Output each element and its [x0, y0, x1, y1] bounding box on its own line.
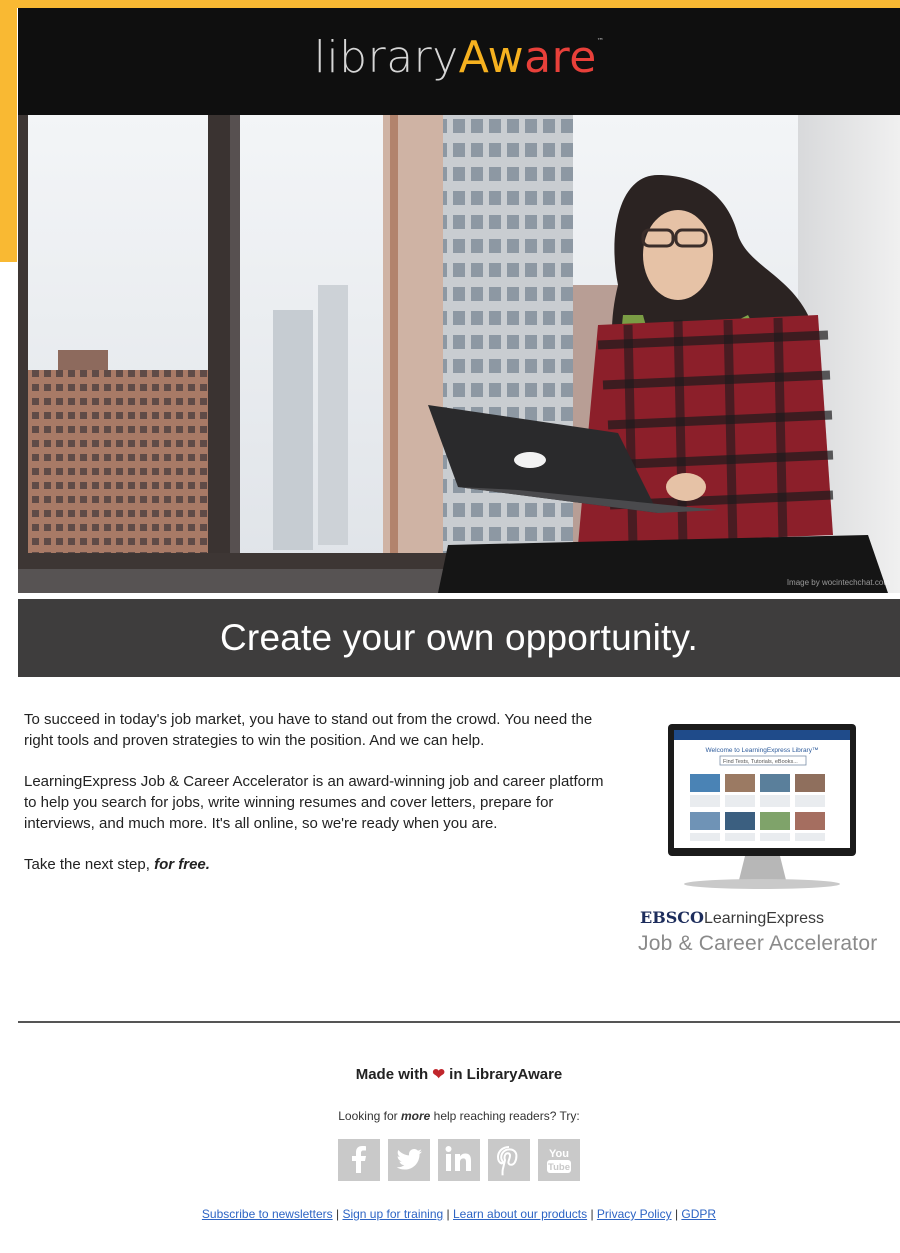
hero-photo-credit: Image by wocintechchat.com [786, 578, 890, 587]
link-separator: | [446, 1207, 450, 1221]
screen-title: Welcome to LearningExpress Library™ [706, 747, 819, 754]
headline: Create your own opportunity. [220, 617, 698, 658]
product-promo[interactable]: Welcome to LearningExpress Library™ Find… [638, 722, 896, 962]
accent-bar-left [0, 0, 17, 262]
screen-search-placeholder: Find Tests, Tutorials, eBooks... [723, 759, 798, 765]
logo-text-library: library [313, 31, 459, 83]
looking-prefix: Looking for [338, 1109, 401, 1123]
facebook-icon[interactable] [338, 1139, 380, 1181]
hero-image: Image by wocintechchat.com [18, 115, 900, 593]
looking-line: Looking for more help reaching readers? … [18, 1109, 900, 1123]
footer-links: Subscribe to newsletters | Sign up for t… [18, 1207, 900, 1221]
svg-text:Tube: Tube [548, 1162, 570, 1173]
made-suffix: in LibraryAware [449, 1066, 563, 1083]
looking-suffix: help reaching readers? Try: [430, 1109, 580, 1123]
body-copy: To succeed in today's job market, you ha… [24, 709, 614, 895]
paragraph-intro: To succeed in today's job market, you ha… [24, 711, 593, 749]
headline-band: Create your own opportunity. [18, 599, 900, 677]
twitter-icon[interactable] [388, 1139, 430, 1181]
link-separator: | [674, 1207, 679, 1221]
trademark-symbol: ™ [596, 36, 605, 45]
made-with-line: Made with ❤ in LibraryAware [18, 1065, 900, 1083]
made-prefix: Made with [355, 1066, 429, 1083]
ebsco-logo-text: EBSCO [640, 908, 704, 927]
learningexpress-text: LearningExpress [703, 910, 825, 927]
hero-photo [18, 115, 900, 593]
footer-divider [18, 1021, 900, 1023]
libraryaware-logo: libraryAware™ [314, 35, 605, 80]
cta-text: Take the next step, [24, 856, 155, 873]
content-section: To succeed in today's job market, you ha… [18, 677, 900, 1021]
accent-bar-top [0, 0, 900, 8]
cta-emphasis[interactable]: for free. [154, 856, 210, 873]
svg-text:You: You [549, 1148, 569, 1160]
link-separator: | [590, 1207, 594, 1221]
link-separator: | [335, 1207, 340, 1221]
youtube-icon[interactable]: You Tube [538, 1139, 580, 1181]
linkedin-icon[interactable] [438, 1139, 480, 1181]
newsletter: libraryAware™ Image by wocintechchat.com… [18, 8, 900, 1253]
heart-icon: ❤ [432, 1066, 445, 1083]
looking-emphasis: more [400, 1109, 431, 1123]
paragraph-product: LearningExpress Job & Career Accelerator… [24, 773, 604, 832]
logo-text-are: are [524, 31, 597, 83]
logo-text-aw: Aw [458, 31, 525, 83]
privacy-policy-link[interactable]: Privacy Policy [597, 1207, 672, 1221]
product-name: Job & Career Accelerator [638, 932, 878, 955]
gdpr-link[interactable]: GDPR [681, 1207, 716, 1221]
pinterest-icon[interactable] [488, 1139, 530, 1181]
subscribe-link[interactable]: Subscribe to newsletters [202, 1207, 333, 1221]
social-icons: You Tube [18, 1139, 900, 1181]
monitor-icon: Welcome to LearningExpress Library™ Find… [668, 724, 856, 889]
header: libraryAware™ [18, 8, 900, 115]
training-link[interactable]: Sign up for training [342, 1207, 443, 1221]
paragraph-cta: Take the next step, for free. [24, 854, 614, 875]
footer: Made with ❤ in LibraryAware Looking for … [18, 1065, 900, 1221]
products-link[interactable]: Learn about our products [453, 1207, 587, 1221]
ebsco-learningexpress-brand: EBSCOLearningExpress [640, 908, 824, 928]
